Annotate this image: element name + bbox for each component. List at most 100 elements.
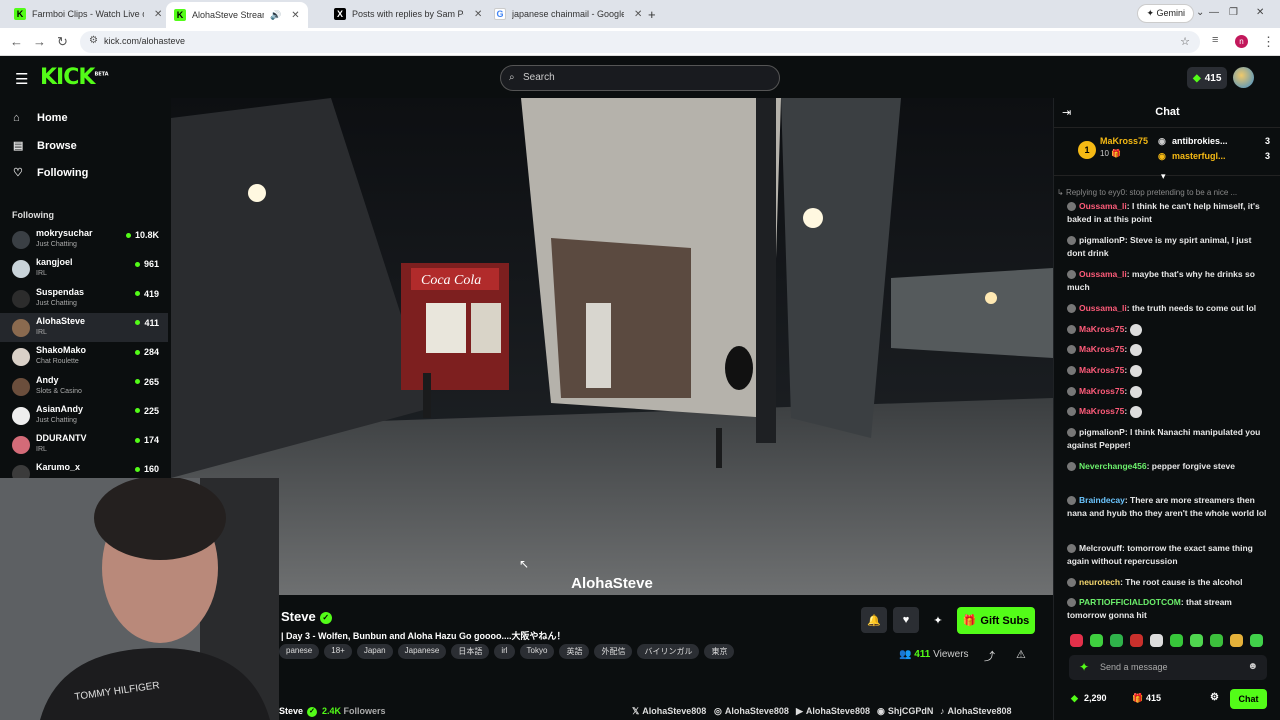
close-icon[interactable]: ✕ [291,10,299,21]
media-control-icon[interactable]: ≡ [1212,34,1218,46]
stream-tag[interactable]: 18+ [324,644,352,659]
following-channel-item[interactable]: Suspendas Just Chatting 419 [0,284,168,313]
share-icon[interactable]: ⤴ [984,648,995,664]
kick-points-badge[interactable]: ◆ 415 [1187,67,1228,89]
chat-username[interactable]: Oussama_li [1079,303,1127,313]
social-link-tiktok[interactable]: ♪ AlohaSteve808 [940,706,1012,716]
new-tab-button[interactable]: + [640,4,664,24]
following-channel-item[interactable]: kangjoel IRL 961 [0,254,168,283]
chat-message[interactable]: Oussama_li: I think he can't help himsel… [1067,200,1272,226]
chat-message[interactable]: pigmalionP: I think Nanachi manipulated … [1067,426,1272,452]
chat-message[interactable]: Oussama_li: maybe that's why he drinks s… [1067,268,1272,294]
follow-button[interactable]: ♥ [893,607,919,633]
chat-username[interactable]: neurotech [1079,577,1120,587]
chat-message[interactable]: Melcrovuff: tomorrow the exact same thin… [1067,542,1272,568]
browser-tab[interactable]: K Farmboi Clips - Watch Live on K ✕ [6,4,170,24]
sidebar-item-home[interactable]: ⌂ Home [13,112,68,124]
chat-username[interactable]: PARTIOFFICIALDOTCOM [1079,597,1181,607]
close-icon[interactable]: ✕ [474,9,482,20]
channel-name[interactable]: Steve ✓ [279,706,318,717]
emoji-icon[interactable]: ☻ [1247,661,1258,672]
chat-username[interactable]: MaKross75 [1079,406,1124,416]
reload-icon[interactable]: ↻ [57,34,68,50]
emote-icon[interactable] [1090,634,1103,647]
settings-gear-icon[interactable]: ⚙ [1210,692,1219,703]
chat-username[interactable]: MaKross75 [1079,324,1124,334]
social-link-instagram[interactable]: ◎ AlohaSteve808 [714,706,789,717]
streamer-name[interactable]: Steve ✓ [281,609,332,624]
social-link-youtube[interactable]: ▶ AlohaSteve808 [796,706,870,717]
following-channel-item[interactable]: Andy Slots & Casino 265 [0,372,168,401]
following-channel-item[interactable]: ShakoMako Chat Roulette 284 [0,342,168,371]
chat-username[interactable]: MaKross75 [1079,386,1124,396]
emote-icon[interactable] [1210,634,1223,647]
chat-username[interactable]: pigmalionP [1079,427,1125,437]
gemini-button[interactable]: ✦ Gemini [1137,4,1194,23]
stream-tag[interactable]: 東京 [704,644,735,659]
chat-message[interactable]: MaKross75: [1067,385,1272,398]
bookmark-star-icon[interactable]: ☆ [1180,35,1190,48]
chat-username[interactable]: Melcrovuff [1079,543,1122,553]
browser-tab[interactable]: X Posts with replies by Sam Pepp ✕ [326,4,490,24]
gift-leaderboard[interactable]: 1 MaKross75 10 🎁 ◉ antibrokies... 3 ◉ maste… [1054,128,1280,176]
hamburger-menu-icon[interactable]: ☰ [15,70,28,88]
emote-icon[interactable] [1250,634,1263,647]
browser-tab-active[interactable]: K AlohaSteve Stream - Watch 🔊 ✕ [166,2,308,28]
emote-icon[interactable] [1130,634,1143,647]
speaker-icon[interactable]: 🔊 [270,10,281,21]
kick-logo[interactable]: KICKBETA [40,65,109,90]
chat-message[interactable]: PARTIOFFICIALDOTCOM: that stream tomorro… [1067,596,1272,622]
stream-tag[interactable]: irl [494,644,515,659]
notification-bell-button[interactable]: 🔔 [861,607,887,633]
following-channel-item[interactable]: AsianAndy Just Chatting 225 [0,401,168,430]
chat-username[interactable]: Oussama_li [1079,201,1127,211]
search-input[interactable]: ⌕ Search [500,65,780,91]
stream-tag[interactable]: panese [279,644,320,659]
chat-message[interactable]: Oussama_li: the truth needs to come out … [1067,302,1272,315]
minimize-icon[interactable]: — [1209,7,1219,18]
emote-icon[interactable] [1150,634,1163,647]
chat-gifts-value[interactable]: 415 [1146,693,1161,703]
emote-icon[interactable] [1230,634,1243,647]
following-channel-item[interactable]: AlohaSteve IRL 411 [0,312,168,342]
following-channel-item[interactable]: mokrysuchar Just Chatting 10.8K [0,225,168,254]
chat-message-input[interactable]: ✦ Send a message ☻ [1069,655,1267,680]
sidebar-item-browse[interactable]: ▤ Browse [13,139,77,153]
emote-icon[interactable] [1190,634,1203,647]
kebab-menu-icon[interactable]: ⋮ [1262,34,1275,50]
chat-send-button[interactable]: Chat [1230,689,1267,709]
chat-message[interactable]: Braindecay: There are more streamers the… [1067,494,1272,520]
chat-points-value[interactable]: 2,290 [1084,693,1107,703]
video-player[interactable]: Coca Cola AlohaSteve [171,98,1053,595]
following-channel-item[interactable]: DDURANTV IRL 174 [0,430,168,459]
chat-message[interactable]: MaKross75: [1067,323,1272,336]
report-icon[interactable]: ⚠ [1016,648,1026,661]
chat-message[interactable]: MaKross75: [1067,405,1272,418]
chat-message[interactable]: MaKross75: [1067,364,1272,377]
stream-tag[interactable]: Japanese [397,644,447,659]
chat-username[interactable]: Neverchange456 [1079,461,1147,471]
sidebar-item-following[interactable]: ♡ Following [13,166,88,180]
profile-avatar-icon[interactable]: n [1235,35,1248,48]
chevron-down-icon[interactable]: ⌄ [1196,7,1204,18]
maximize-icon[interactable]: ❐ [1229,7,1238,18]
close-icon[interactable]: ✕ [154,9,162,20]
stream-tag[interactable]: 日本語 [451,644,490,659]
sparkle-button[interactable]: ✦ [925,607,951,633]
stream-tag[interactable]: 外配信 [594,644,633,659]
close-window-icon[interactable]: ✕ [1256,7,1264,18]
stream-tag[interactable]: バイリンガル [637,644,700,659]
browser-tab[interactable]: G japanese chainmail - Google Se ✕ [486,4,650,24]
url-field[interactable]: ⚙ kick.com/alohasteve ☆ [80,31,1200,53]
chat-username[interactable]: MaKross75 [1079,365,1124,375]
forward-icon[interactable]: → [33,34,46,49]
user-avatar[interactable] [1233,67,1254,88]
stream-tag[interactable]: Tokyo [519,644,555,659]
back-icon[interactable]: ← [10,34,23,49]
chat-username[interactable]: pigmalionP [1079,235,1125,245]
site-info-icon[interactable]: ⚙ [89,35,98,46]
emote-icon[interactable] [1070,634,1083,647]
stream-tag[interactable]: 英語 [559,644,590,659]
kick-emote-icon[interactable]: ✦ [1079,660,1089,674]
chat-message[interactable]: pigmalionP: Steve is my spirt animal, I … [1067,234,1272,260]
